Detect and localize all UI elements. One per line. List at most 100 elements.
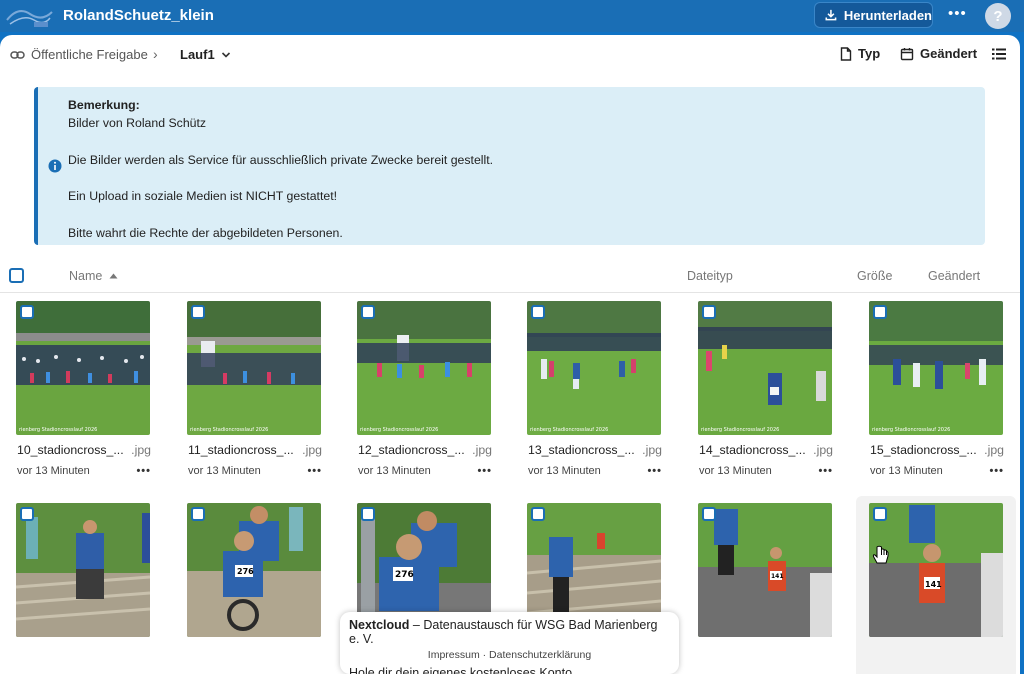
- file-list-header: Name Dateityp Größe Geändert: [0, 257, 1020, 293]
- file-tile[interactable]: rienberg Stadioncrosslauf 2026 12_stadio…: [357, 301, 507, 491]
- column-name-label: Name: [69, 269, 103, 283]
- file-checkbox[interactable]: [191, 507, 205, 521]
- bib-number: 141: [925, 580, 942, 589]
- file-actions-menu[interactable]: •••: [477, 465, 492, 477]
- file-basename: 15_stadioncross_...: [870, 443, 977, 457]
- file-actions-menu[interactable]: •••: [989, 465, 1004, 477]
- footer-signup-link[interactable]: Hole dir dein eigenes kostenloses Konto: [349, 666, 670, 674]
- footer-brand-link[interactable]: Nextcloud: [349, 618, 409, 632]
- breadcrumb-current-folder[interactable]: Lauf1: [180, 47, 231, 62]
- note-line: Die Bilder werden als Service für aussch…: [68, 152, 494, 167]
- file-thumbnail[interactable]: rienberg Stadioncrosslauf 2026: [698, 301, 832, 435]
- hand-cursor-icon: [872, 545, 889, 564]
- file-tile[interactable]: [16, 503, 166, 674]
- sort-by-name-button[interactable]: Name: [69, 269, 118, 283]
- file-modified: vor 13 Minuten: [17, 465, 90, 477]
- file-tile[interactable]: rienberg Stadioncrosslauf 2026 11_stadio…: [187, 301, 337, 491]
- file-tile-hovered[interactable]: 141: [856, 496, 1016, 674]
- file-tile[interactable]: rienberg Stadioncrosslauf 2026 10_stadio…: [16, 301, 166, 491]
- file-thumbnail[interactable]: 141: [698, 503, 832, 637]
- footer-tagline: Nextcloud – Datenaustausch für WSG Bad M…: [349, 618, 670, 646]
- file-thumbnail[interactable]: rienberg Stadioncrosslauf 2026: [16, 301, 150, 435]
- breadcrumb-public-share[interactable]: Öffentliche Freigabe: [10, 47, 148, 62]
- sort-by-modified-button[interactable]: Geändert: [928, 269, 980, 283]
- file-meta: vor 13 Minuten •••: [188, 465, 322, 477]
- file-checkbox[interactable]: [531, 507, 545, 521]
- filter-type-button[interactable]: Typ: [840, 46, 880, 61]
- download-button[interactable]: Herunterladen: [814, 2, 933, 28]
- file-tile[interactable]: rienberg Stadioncrosslauf 2026 14_stadio…: [698, 301, 848, 491]
- file-extension: .jpg: [984, 443, 1004, 457]
- breadcrumb-separator: ›: [153, 46, 158, 62]
- file-name[interactable]: 10_stadioncross_... .jpg: [17, 443, 151, 457]
- file-meta: vor 13 Minuten •••: [528, 465, 662, 477]
- note-line-gap: [68, 133, 493, 151]
- file-extension: .jpg: [642, 443, 662, 457]
- file-basename: 11_stadioncross_...: [188, 443, 294, 457]
- note-line: Bitte wahrt die Rechte der abgebildeten …: [68, 226, 343, 241]
- sort-by-type-button[interactable]: Dateityp: [687, 269, 733, 283]
- chevron-down-icon: [221, 51, 230, 58]
- info-icon: [48, 159, 62, 173]
- more-actions-button[interactable]: •••: [948, 5, 967, 22]
- file-thumbnail[interactable]: 141: [869, 503, 1003, 637]
- file-thumbnail[interactable]: rienberg Stadioncrosslauf 2026: [527, 301, 661, 435]
- app-title: RolandSchuetz_klein: [63, 7, 214, 24]
- photo-watermark: rienberg Stadioncrosslauf 2026: [872, 427, 950, 433]
- file-checkbox[interactable]: [361, 507, 375, 521]
- file-extension: .jpg: [472, 443, 492, 457]
- select-all-checkbox[interactable]: [9, 268, 24, 283]
- file-tile[interactable]: 141: [698, 503, 848, 674]
- file-extension: .jpg: [302, 443, 322, 457]
- link-icon: [10, 50, 25, 59]
- main-content: Öffentliche Freigabe › Lauf1 Typ Geänder…: [0, 35, 1020, 674]
- file-tile[interactable]: 276: [187, 503, 337, 674]
- file-thumbnail[interactable]: rienberg Stadioncrosslauf 2026: [187, 301, 321, 435]
- file-thumbnail[interactable]: [16, 503, 150, 637]
- file-name[interactable]: 13_stadioncross_... .jpg: [528, 443, 662, 457]
- file-actions-menu[interactable]: •••: [647, 465, 662, 477]
- file-extension: .jpg: [813, 443, 833, 457]
- file-name[interactable]: 11_stadioncross_... .jpg: [188, 443, 322, 457]
- file-basename: 10_stadioncross_...: [17, 443, 124, 457]
- file-actions-menu[interactable]: •••: [136, 465, 151, 477]
- file-thumbnail[interactable]: rienberg Stadioncrosslauf 2026: [357, 301, 491, 435]
- file-thumbnail[interactable]: rienberg Stadioncrosslauf 2026: [869, 301, 1003, 435]
- bib-number: 276: [395, 570, 414, 580]
- file-checkbox[interactable]: [361, 305, 375, 319]
- file-checkbox[interactable]: [191, 305, 205, 319]
- file-meta: vor 13 Minuten •••: [870, 465, 1004, 477]
- file-checkbox[interactable]: [873, 507, 887, 521]
- filter-modified-label: Geändert: [920, 46, 978, 61]
- filter-modified-button[interactable]: Geändert: [900, 46, 977, 61]
- breadcrumb-share-label: Öffentliche Freigabe: [31, 47, 148, 62]
- file-tile[interactable]: rienberg Stadioncrosslauf 2026 15_stadio…: [869, 301, 1019, 491]
- file-modified: vor 13 Minuten: [870, 465, 943, 477]
- file-checkbox[interactable]: [702, 305, 716, 319]
- file-basename: 12_stadioncross_...: [358, 443, 465, 457]
- sort-by-size-button[interactable]: Größe: [857, 269, 892, 283]
- footer-legal-links[interactable]: Impressum · Datenschutzerklärung: [349, 649, 670, 661]
- file-name[interactable]: 15_stadioncross_... .jpg: [870, 443, 1004, 457]
- help-button[interactable]: ?: [985, 3, 1011, 29]
- file-checkbox[interactable]: [531, 305, 545, 319]
- calendar-icon: [900, 47, 914, 60]
- file-name[interactable]: 14_stadioncross_... .jpg: [699, 443, 833, 457]
- file-actions-menu[interactable]: •••: [307, 465, 322, 477]
- file-checkbox[interactable]: [20, 507, 34, 521]
- note-text: Bemerkung: Bilder von Roland Schütz Die …: [68, 96, 493, 242]
- file-name[interactable]: 12_stadioncross_... .jpg: [358, 443, 492, 457]
- bib-number: 141: [771, 573, 784, 580]
- file-thumbnail[interactable]: 276: [187, 503, 321, 637]
- file-checkbox[interactable]: [20, 305, 34, 319]
- note-line: Ein Upload in soziale Medien ist NICHT g…: [68, 189, 338, 204]
- file-modified: vor 13 Minuten: [188, 465, 261, 477]
- note-line-gap: [68, 169, 493, 187]
- file-meta: vor 13 Minuten •••: [17, 465, 151, 477]
- file-checkbox[interactable]: [873, 305, 887, 319]
- list-view-icon[interactable]: [991, 47, 1007, 61]
- file-tile[interactable]: rienberg Stadioncrosslauf 2026 13_stadio…: [527, 301, 677, 491]
- page-footer: Nextcloud – Datenaustausch für WSG Bad M…: [340, 612, 679, 674]
- file-actions-menu[interactable]: •••: [818, 465, 833, 477]
- file-checkbox[interactable]: [702, 507, 716, 521]
